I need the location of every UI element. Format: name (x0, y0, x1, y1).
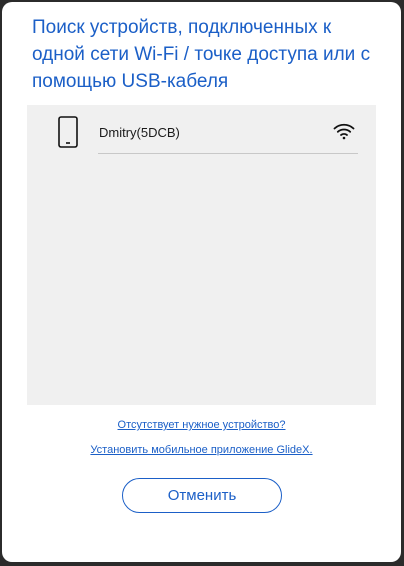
device-name: Dmitry(5DCB) (99, 125, 180, 140)
device-list-item[interactable]: Dmitry(5DCB) (27, 105, 376, 155)
row-divider (98, 153, 358, 154)
missing-device-link[interactable]: Отсутствует нужное устройство? (2, 419, 401, 431)
dialog-title: Поиск устройств, подключенных к одной се… (32, 17, 371, 92)
wifi-icon (333, 123, 355, 140)
device-list: Dmitry(5DCB) (27, 105, 376, 405)
device-search-dialog: Поиск устройств, подключенных к одной се… (2, 2, 401, 562)
install-app-link[interactable]: Установить мобильное приложение GlideX. (2, 444, 401, 456)
cancel-button[interactable]: Отменить (122, 478, 282, 513)
phone-icon (58, 116, 78, 148)
